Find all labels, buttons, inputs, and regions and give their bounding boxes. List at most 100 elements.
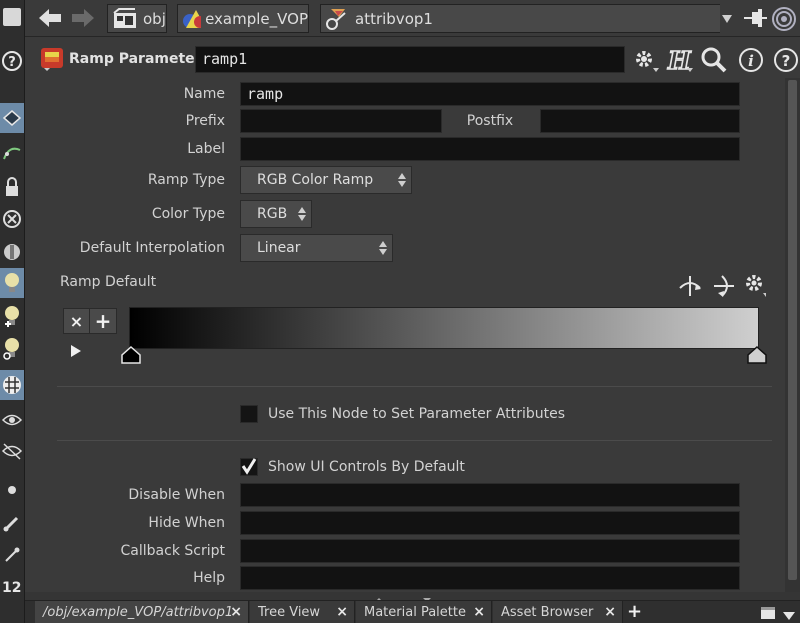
name-field[interactable]: ramp <box>240 82 740 106</box>
geometry-icon[interactable] <box>0 370 24 400</box>
ramp-parameter-icon[interactable] <box>40 47 64 71</box>
ramp-key-end[interactable] <box>747 345 767 368</box>
ramp-type-value: RGB Color Ramp <box>257 172 374 188</box>
breadcrumb-label: obj <box>143 9 166 28</box>
bulb-add-icon[interactable] <box>0 301 24 331</box>
svg-text:?: ? <box>782 52 791 70</box>
hide-when-label: Hide When <box>148 515 225 531</box>
add-tab-button[interactable]: + <box>627 601 642 622</box>
link-channel-icon[interactable] <box>771 6 797 36</box>
tab-asset-browser[interactable]: Asset Browser × <box>493 601 623 623</box>
show-ui-checkbox[interactable] <box>240 458 258 476</box>
parameter-header: Ramp Parameter ramp1 H i ? <box>25 44 800 76</box>
callback-script-field[interactable] <box>240 539 740 563</box>
help-icon[interactable]: ? <box>772 46 800 74</box>
tab-tree-view[interactable]: Tree View × <box>250 601 355 623</box>
visibility-icon[interactable] <box>0 405 24 435</box>
postfix-field[interactable] <box>540 109 740 133</box>
hide-when-field[interactable] <box>240 511 740 535</box>
breadcrumb-example-vop[interactable]: example_VOP <box>177 4 309 33</box>
prefix-label: Prefix <box>185 113 225 129</box>
forward-arrow-icon[interactable] <box>70 7 96 29</box>
color-type-menu[interactable]: RGB <box>240 200 312 228</box>
attribvop-node-icon <box>326 8 346 30</box>
ramp-type-label: Ramp Type <box>147 172 225 188</box>
color-type-label: Color Type <box>151 206 225 222</box>
menu-arrows-icon <box>398 173 406 187</box>
vop-network-icon <box>183 9 202 28</box>
visibility-toggle-icon[interactable] <box>0 436 24 466</box>
scrollbar-thumb[interactable] <box>788 80 797 580</box>
show-ui-label: Show UI Controls By Default <box>268 459 465 475</box>
ramp-flip-vertical-icon[interactable] <box>678 274 702 298</box>
tab-close-icon[interactable]: × <box>336 604 348 620</box>
tab-label: Asset Browser <box>501 605 594 620</box>
prefix-field[interactable] <box>240 109 442 133</box>
label-field[interactable] <box>240 137 740 161</box>
pen-icon[interactable] <box>0 540 24 570</box>
ramp-gear-icon[interactable] <box>742 273 766 297</box>
tab-close-icon[interactable]: × <box>230 604 242 620</box>
ramp-key-buttons: × + <box>63 308 117 334</box>
use-node-label: Use This Node to Set Parameter Attribute… <box>268 406 565 422</box>
pane-menu-icon[interactable] <box>0 0 24 34</box>
path-bar: obj example_VOP attribvop1 <box>25 0 800 37</box>
pane-menu-arrow-icon[interactable] <box>783 608 795 623</box>
ramp-default-label: Ramp Default <box>60 274 157 290</box>
back-arrow-icon[interactable] <box>37 7 63 29</box>
breadcrumb-label: example_VOP <box>205 9 308 28</box>
pane-maximize-icon[interactable] <box>760 606 776 623</box>
houdini-help-icon[interactable]: H <box>665 46 693 74</box>
tab-label: /obj/example_VOP/attribvop1 <box>43 605 234 620</box>
pane-split-handle[interactable] <box>25 592 800 602</box>
select-tool-icon[interactable] <box>0 103 24 133</box>
postfix-label: Postfix <box>466 113 514 129</box>
node-name-field[interactable]: ramp1 <box>195 46 625 73</box>
remove-key-button[interactable]: × <box>64 309 91 333</box>
svg-text:i: i <box>748 52 754 70</box>
use-node-checkbox[interactable] <box>240 405 258 423</box>
info-icon[interactable]: i <box>737 46 765 74</box>
help-field[interactable] <box>240 566 740 590</box>
tab-close-icon[interactable]: × <box>604 604 616 620</box>
bulb-link-icon[interactable] <box>0 333 24 363</box>
disable-icon[interactable] <box>0 204 24 234</box>
parameter-type-label: Ramp Parameter <box>69 51 202 67</box>
svg-text:?: ? <box>8 55 16 70</box>
parameter-form: Name ramp Prefix Postfix Label Ramp Type… <box>25 78 785 593</box>
disable-when-field[interactable] <box>240 483 740 507</box>
tab-label: Tree View <box>258 605 321 620</box>
add-key-button[interactable]: + <box>90 309 116 333</box>
tab-close-icon[interactable]: × <box>473 604 485 620</box>
separator <box>57 386 772 387</box>
ramp-key-start[interactable] <box>121 345 141 368</box>
lock-icon[interactable] <box>0 172 24 202</box>
label-label: Label <box>187 141 225 157</box>
brush-icon[interactable] <box>0 508 24 538</box>
expand-ramp-icon[interactable] <box>69 344 83 362</box>
help-icon[interactable]: ? <box>0 46 24 76</box>
help-label: Help <box>193 570 225 586</box>
ramp-gradient[interactable] <box>129 307 759 349</box>
separator <box>57 440 772 441</box>
svg-text:H: H <box>667 46 692 74</box>
shelf-number-label: 12 <box>2 580 22 596</box>
ramp-flip-horizontal-icon[interactable] <box>712 274 736 298</box>
dot-icon[interactable] <box>0 475 24 505</box>
search-icon[interactable] <box>700 46 728 74</box>
tab-material-palette[interactable]: Material Palette × <box>356 601 492 623</box>
breadcrumb-obj[interactable]: obj <box>107 4 167 33</box>
light-icon[interactable] <box>0 237 24 267</box>
tab-parameters[interactable]: /obj/example_VOP/attribvop1 × <box>35 601 249 623</box>
pane-tab-bar: /obj/example_VOP/attribvop1 × Tree View … <box>25 600 800 623</box>
path-dropdown-icon[interactable] <box>720 4 734 33</box>
bulb-icon[interactable] <box>0 268 24 298</box>
gear-icon[interactable] <box>631 46 659 74</box>
default-interpolation-menu[interactable]: Linear <box>240 234 393 262</box>
obj-network-icon <box>113 7 136 28</box>
breadcrumb-attribvop1[interactable]: attribvop1 <box>320 4 720 33</box>
ramp-type-menu[interactable]: RGB Color Ramp <box>240 166 412 194</box>
pin-icon[interactable] <box>742 6 768 34</box>
curve-tool-icon[interactable] <box>0 138 24 168</box>
disable-when-label: Disable When <box>128 487 225 503</box>
